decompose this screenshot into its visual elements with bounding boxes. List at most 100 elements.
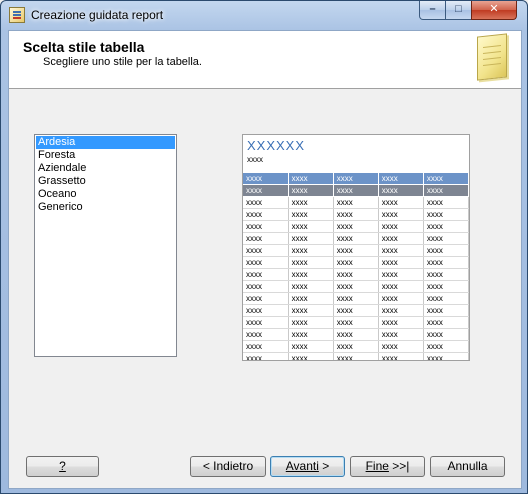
preview-cell: xxxx [423, 328, 469, 341]
preview-cell: xxxx [378, 220, 424, 233]
minimize-button[interactable]: – [419, 1, 446, 20]
style-listbox[interactable]: Ardesia Foresta Aziendale Grassetto Ocea… [34, 134, 177, 357]
preview-row: xxxx xxxx xxxx xxxx xxxx [243, 220, 469, 233]
preview-cell: xxxx [243, 232, 289, 245]
preview-cell: xxxx [378, 340, 424, 353]
preview-cell: xxxx [423, 196, 469, 209]
preview-cell: xxxx [378, 316, 424, 329]
preview-row: xxxx xxxx xxxx xxxx xxxx [243, 352, 469, 360]
preview-cell: xxxx [243, 328, 289, 341]
preview-row: xxxx xxxx xxxx xxxx xxxx [243, 196, 469, 209]
preview-cell: xxxx [423, 232, 469, 245]
preview-cell: xxxx [333, 328, 379, 341]
preview-cell: xxxx [243, 316, 289, 329]
preview-cell: xxxx [378, 256, 424, 269]
preview-cell: xxxx [423, 256, 469, 269]
next-button[interactable]: Avanti > [270, 456, 345, 477]
preview-cell: xxxx [288, 304, 334, 317]
preview-cell: xxxx [378, 244, 424, 257]
help-button[interactable]: ? [26, 456, 99, 477]
preview-cell: xxxx [333, 208, 379, 221]
preview-row: xxxx xxxx xxxx xxxx xxxx [243, 328, 469, 341]
next-button-arrow: > [318, 459, 330, 473]
preview-cell: xxxx [243, 244, 289, 257]
preview-subtitle: xxxx [247, 155, 263, 164]
preview-cell: xxxx [423, 316, 469, 329]
wizard-window: Creazione guidata report – □ ✕ Scelta st… [0, 0, 528, 494]
preview-cell: xxxx [423, 304, 469, 317]
preview-cell: xxxx [423, 220, 469, 233]
preview-cell: xxxx [243, 173, 289, 185]
maximize-button[interactable]: □ [445, 1, 472, 20]
preview-header-row: xxxx xxxx xxxx xxxx xxxx [243, 173, 469, 185]
preview-row: xxxx xxxx xxxx xxxx xxxx [243, 292, 469, 305]
preview-cell: xxxx [333, 340, 379, 353]
preview-cell: xxxx [423, 280, 469, 293]
preview-row: xxxx xxxx xxxx xxxx xxxx [243, 256, 469, 269]
back-button[interactable]: < Indietro [190, 456, 266, 477]
style-preview: XXXXXX xxxx xxxx xxxx xxxx xxxx xxxx xxxx xxxx… [242, 134, 470, 361]
preview-cell: xxxx [378, 280, 424, 293]
preview-cell: xxxx [288, 173, 334, 185]
preview-cell: xxxx [333, 280, 379, 293]
preview-cell: xxxx [333, 244, 379, 257]
page-title: Scelta stile tabella [23, 39, 145, 55]
preview-title: XXXXXX [247, 138, 306, 153]
preview-cell: xxxx [423, 292, 469, 305]
preview-cell: xxxx [333, 232, 379, 245]
preview-header-row: xxxx xxxx xxxx xxxx xxxx [243, 184, 469, 197]
preview-cell: xxxx [378, 304, 424, 317]
preview-cell: xxxx [243, 184, 289, 197]
title-bar[interactable]: Creazione guidata report – □ ✕ [1, 1, 527, 31]
next-button-label: Avanti [285, 459, 319, 473]
preview-cell: xxxx [243, 256, 289, 269]
style-item-grassetto[interactable]: Grassetto [36, 175, 175, 188]
preview-cell: xxxx [288, 232, 334, 245]
finish-button-label: Fine [365, 459, 389, 473]
page-subtitle: Scegliere uno stile per la tabella. [43, 56, 202, 68]
preview-cell: xxxx [333, 352, 379, 360]
preview-row: xxxx xxxx xxxx xxxx xxxx [243, 316, 469, 329]
style-item-oceano[interactable]: Oceano [36, 188, 175, 201]
preview-cell: xxxx [378, 328, 424, 341]
preview-cell: xxxx [333, 256, 379, 269]
preview-cell: xxxx [333, 316, 379, 329]
style-item-foresta[interactable]: Foresta [36, 149, 175, 162]
finish-button-arrow: >>| [388, 459, 410, 473]
preview-cell: xxxx [243, 340, 289, 353]
style-item-aziendale[interactable]: Aziendale [36, 162, 175, 175]
preview-row: xxxx xxxx xxxx xxxx xxxx [243, 304, 469, 317]
style-item-ardesia[interactable]: Ardesia [36, 136, 175, 149]
preview-cell: xxxx [423, 244, 469, 257]
report-wizard-icon [9, 7, 25, 23]
preview-cell: xxxx [423, 208, 469, 221]
close-button[interactable]: ✕ [471, 1, 517, 20]
preview-cell: xxxx [378, 184, 424, 197]
preview-cell: xxxx [288, 220, 334, 233]
preview-cell: xxxx [243, 292, 289, 305]
preview-cell: xxxx [378, 173, 424, 185]
preview-row: xxxx xxxx xxxx xxxx xxxx [243, 340, 469, 353]
preview-cell: xxxx [378, 208, 424, 221]
preview-cell: xxxx [333, 184, 379, 197]
preview-cell: xxxx [333, 268, 379, 281]
preview-cell: xxxx [243, 220, 289, 233]
preview-cell: xxxx [288, 280, 334, 293]
preview-cell: xxxx [288, 328, 334, 341]
style-item-generico[interactable]: Generico [36, 201, 175, 214]
preview-cell: xxxx [333, 220, 379, 233]
preview-cell: xxxx [378, 232, 424, 245]
preview-cell: xxxx [288, 340, 334, 353]
preview-cell: xxxx [243, 268, 289, 281]
finish-button[interactable]: Fine >>| [350, 456, 425, 477]
preview-cell: xxxx [378, 292, 424, 305]
wizard-body: Scelta stile tabella Scegliere uno stile… [8, 30, 522, 489]
cancel-button[interactable]: Annulla [430, 456, 505, 477]
preview-row: xxxx xxxx xxxx xxxx xxxx [243, 244, 469, 257]
preview-table: xxxx xxxx xxxx xxxx xxxx xxxx xxxx xxxx xxxx xxxx… [243, 173, 469, 360]
report-document-icon [477, 33, 507, 81]
help-button-label: ? [59, 459, 66, 473]
preview-cell: xxxx [288, 316, 334, 329]
preview-cell: xxxx [378, 352, 424, 360]
preview-cell: xxxx [243, 352, 289, 360]
